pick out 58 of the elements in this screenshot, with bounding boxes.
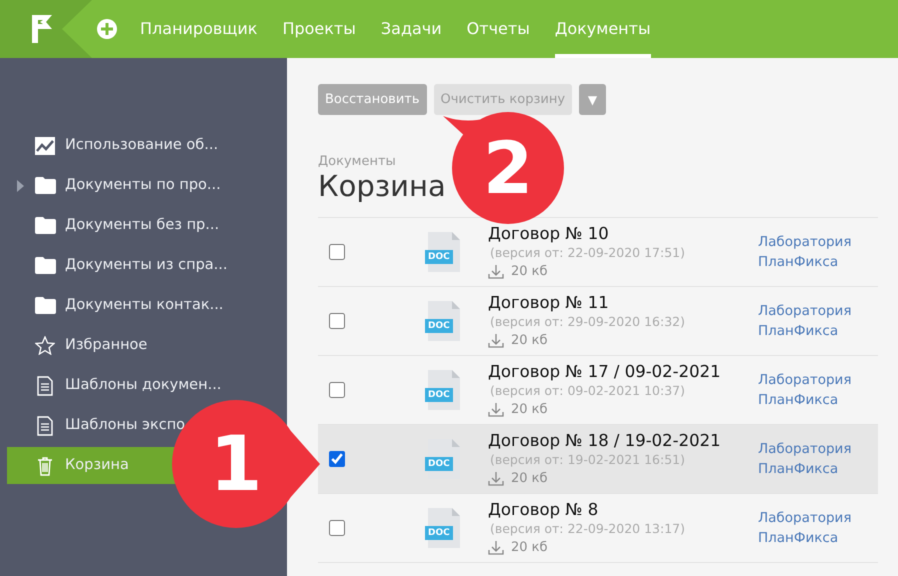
- star-icon: [35, 336, 55, 355]
- trash-icon: [37, 456, 53, 476]
- sidebar-item[interactable]: Документы из спра...: [7, 247, 287, 284]
- folder-icon: [34, 257, 56, 274]
- row-checkbox[interactable]: [329, 451, 345, 467]
- document-title[interactable]: Договор № 18 / 19-02-2021: [488, 430, 721, 450]
- version-date: (версия от: 19-02-2021 16:51): [490, 450, 685, 468]
- sidebar-item[interactable]: Документы контак...: [7, 287, 287, 324]
- version-date: (версия от: 29-09-2020 16:32): [490, 312, 685, 330]
- file-size: 20 кб: [511, 470, 548, 488]
- document-icon: [37, 376, 53, 396]
- row-checkbox[interactable]: [329, 313, 345, 329]
- download-icon[interactable]: [488, 472, 504, 486]
- file-size: 20 кб: [511, 262, 548, 280]
- doc-file-icon: DOC: [425, 232, 461, 272]
- file-size: 20 кб: [511, 400, 548, 418]
- document-title[interactable]: Договор № 8: [488, 498, 598, 520]
- folder-icon: [34, 297, 56, 314]
- document-title[interactable]: Договор № 10: [488, 222, 609, 244]
- row-checkbox[interactable]: [329, 382, 345, 398]
- document-title[interactable]: Договор № 17 / 09-02-2021: [488, 360, 721, 382]
- flag-logo-icon[interactable]: [30, 13, 54, 45]
- doc-file-icon: DOC: [425, 301, 461, 341]
- file-size: 20 кб: [511, 332, 548, 350]
- owner-link[interactable]: Лаборатория ПланФикса: [758, 508, 868, 548]
- chart-icon: [35, 136, 55, 154]
- owner-link[interactable]: Лаборатория ПланФикса: [758, 232, 868, 272]
- doc-file-icon: DOC: [425, 508, 461, 548]
- document-icon: [37, 416, 53, 436]
- owner-link[interactable]: Лаборатория ПланФикса: [758, 301, 868, 341]
- version-date: (версия от: 22-09-2020 13:17): [490, 520, 685, 538]
- version-date: (версия от: 09-02-2021 10:37): [490, 382, 685, 400]
- owner-link[interactable]: Лаборатория ПланФикса: [758, 439, 868, 479]
- add-icon[interactable]: [96, 18, 118, 40]
- sidebar-item[interactable]: Документы по про...: [7, 167, 287, 204]
- sidebar-item[interactable]: Шаблоны докумен...: [7, 367, 287, 404]
- download-icon[interactable]: [488, 334, 504, 348]
- sidebar-item[interactable]: Использование об...: [7, 127, 287, 164]
- document-title[interactable]: Договор № 11: [488, 292, 609, 312]
- document-row[interactable]: DOC Договор № 11 (версия от: 29-09-2020 16:32) 20 кб Лаборатория ПланФикса: [318, 287, 878, 356]
- folder-icon: [34, 177, 56, 194]
- folder-icon: [34, 217, 56, 234]
- document-row[interactable]: DOC Договор № 8 (версия от: 22-09-2020 13:17) 20 кб Лаборатория ПланФикса: [318, 494, 878, 563]
- file-size: 20 кб: [511, 538, 548, 556]
- row-checkbox[interactable]: [329, 520, 345, 536]
- download-icon[interactable]: [488, 402, 504, 416]
- expand-arrow-icon[interactable]: [17, 180, 24, 192]
- document-row[interactable]: DOC Договор № 18 / 19-02-2021 (версия от: 19-02-2021 16:51) 20 кб Лаборатория ПланФикса: [318, 425, 878, 494]
- download-icon[interactable]: [488, 540, 504, 554]
- owner-link[interactable]: Лаборатория ПланФикса: [758, 370, 868, 410]
- sidebar-item[interactable]: Избранное: [7, 327, 287, 364]
- version-date: (версия от: 22-09-2020 17:51): [490, 244, 685, 262]
- doc-file-icon: DOC: [425, 370, 461, 410]
- download-icon[interactable]: [488, 264, 504, 278]
- sidebar-item[interactable]: Документы без пр...: [7, 207, 287, 244]
- page-title: Корзина: [318, 172, 446, 201]
- row-checkbox[interactable]: [329, 244, 345, 260]
- step-number: 2: [482, 125, 534, 212]
